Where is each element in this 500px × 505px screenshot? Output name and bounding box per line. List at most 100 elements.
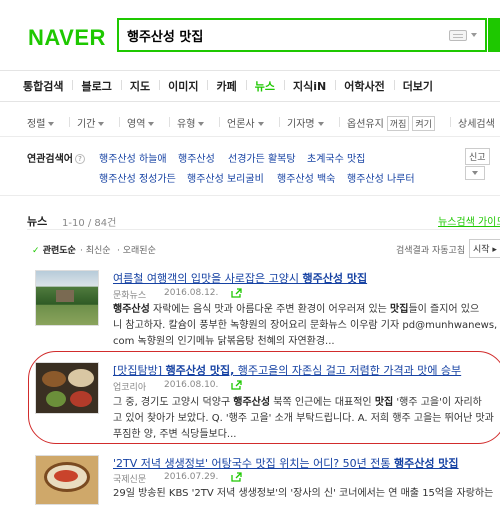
article-date: 2016.08.12. [164,288,219,298]
filter-reporter-label: 기자명 [287,119,315,130]
article-date: 2016.07.29. [164,472,219,482]
keyboard-icon[interactable] [449,30,467,41]
filter-detail[interactable]: 상세검색 [450,115,495,130]
naver-logo[interactable]: NAVER [28,25,106,51]
tab-kin[interactable]: 지식iN [283,78,335,94]
dish-shape [70,391,92,407]
share-icon[interactable] [231,288,242,298]
related-keyword[interactable]: 행주산성 하늘애 [99,150,167,165]
caret-down-icon [48,122,55,126]
tab-map[interactable]: 지도 [120,78,159,94]
option-on[interactable]: 켜기 [412,116,435,131]
caret-down-icon [198,122,205,126]
tab-cafe[interactable]: 카페 [207,78,245,94]
tab-blog[interactable]: 블로그 [72,78,120,94]
filter-bar: 정렬 기간 영역 유형 언론사 기자명 옵션유지 꺼짐 켜기 상세검색 [0,112,500,132]
sort-oldest-label: 오래된순 [122,246,156,256]
sort-oldest[interactable]: · 오래된순 [117,243,156,256]
article-title-keyword: 행주산성 맛집 [302,272,368,285]
related-keyword[interactable]: 행주산성 백숙 [277,170,335,185]
filter-type[interactable]: 유형 [168,115,205,130]
filter-sort-label: 정렬 [27,119,46,130]
filter-area-label: 영역 [127,119,146,130]
summary-line: 그 중, 경기도 고양시 덕양구 행주산성 북쪽 인근에는 대표적인 맛집 '행… [113,395,500,411]
summary-line: com 녹향원의 인기메뉴 닭볶음탕 천혜의 자연환경... [113,336,335,347]
article-source[interactable]: 업코리아 [113,380,146,393]
sort-latest-label: 최신순 [85,246,111,256]
related-keyword[interactable]: 행주산성 [178,150,215,165]
summary-line: 니 참고하자. 칼슘이 풍부한 녹향원의 장어요리 문화뉴스 이우람 기자 pd… [113,320,498,331]
article-title-text: 여름철 여행객의 입맛을 사로잡은 고양시 [113,272,303,285]
soup-shape [54,470,78,482]
related-keyword[interactable]: 행주산성 보리굴비 [187,170,264,185]
sort-relevance[interactable]: ✓ 관련도순 [32,243,76,256]
tab-more[interactable]: 더보기 [393,78,442,94]
chevron-down-icon[interactable] [471,33,477,37]
caret-down-icon [317,122,324,126]
related-keyword[interactable]: 행주산성 정성가든 [99,170,176,185]
article-title-text: '2TV 저녁 생생정보' 어탕국수 맛집 위치는 어디? 50년 전통 [113,457,394,470]
dish-shape [42,371,66,387]
summary-text: 들이 즐지어 있으 [408,304,480,315]
keyword: 맛집 [390,304,409,315]
filter-sort[interactable]: 정렬 [27,115,55,130]
article-thumbnail[interactable] [35,270,99,326]
dish-shape [68,369,94,387]
filter-option[interactable]: 옵션유지 꺼짐 켜기 [339,115,435,131]
keyword: 맛집 [374,397,394,408]
tab-news[interactable]: 뉴스 [245,78,284,94]
related-keyword[interactable]: 초계국수 맛집 [307,150,365,165]
divider [0,136,500,137]
caret-down-icon [257,122,264,126]
report-button[interactable]: 신고 [465,148,490,165]
article-source[interactable]: 국제신문 [113,472,146,485]
tab-image[interactable]: 이미지 [159,78,207,94]
expand-button[interactable] [465,166,485,180]
filter-press[interactable]: 언론사 [219,115,264,130]
share-icon[interactable] [231,380,242,390]
search-button[interactable] [488,18,500,52]
caret-down-icon [98,122,105,126]
summary-line: 고 있어 찾아가 보았다. Q. '행주 고을' 소개 부탁드립니다. A. 저… [113,413,494,424]
article-title-keyword: 행주산성 맛집, [165,364,235,377]
summary-text: 그 중, 경기도 고양시 덕양구 [113,397,234,408]
share-icon[interactable] [231,472,242,482]
help-icon[interactable]: ? [75,154,85,164]
summary-line: 행주산성 자락에는 음식 맛과 아름다운 주변 환경이 어우러져 있는 맛집들이… [113,302,500,318]
article-title-text: 행주고을의 자존심 걸고 저렴한 가격과 맛에 승부 [234,364,462,377]
keyword: 행주산성 [233,397,271,408]
article-source[interactable]: 문화뉴스 [113,288,146,301]
filter-reporter[interactable]: 기자명 [279,115,324,130]
summary-text: 북쪽 인근에는 대표적인 [270,397,375,408]
news-guide-link[interactable]: 뉴스검색 가이드 [438,213,500,228]
article-thumbnail[interactable] [35,455,99,505]
house-shape [56,290,74,302]
tab-integrated[interactable]: 통합검색 [0,78,72,94]
tab-dictionary[interactable]: 어학사전 [335,78,393,94]
search-box[interactable] [117,18,487,52]
article-summary: 그 중, 경기도 고양시 덕양구 행주산성 북쪽 인근에는 대표적인 맛집 '행… [113,395,500,443]
summary-line: 푸짐한 양, 주변 식당들보다... [113,429,237,440]
article-title-link[interactable]: '2TV 저녁 생생정보' 어탕국수 맛집 위치는 어디? 50년 전통 행주산… [113,455,459,471]
article-thumbnail[interactable] [35,362,99,414]
filter-period[interactable]: 기간 [68,115,105,130]
filter-area[interactable]: 영역 [118,115,155,130]
related-keyword[interactable]: 선경가든 활복탕 [228,150,296,165]
auto-refresh-start-button[interactable]: 시작 ▸ [469,239,500,258]
dish-shape [46,391,66,407]
chevron-down-icon [472,171,478,175]
divider [27,229,500,230]
search-input[interactable] [127,24,427,46]
option-off[interactable]: 꺼짐 [386,116,410,131]
related-keyword[interactable]: 행주산성 나루터 [347,170,415,185]
start-label: 시작 [473,245,490,255]
sort-relevance-label: 관련도순 [42,246,76,256]
article-title-link[interactable]: [맛집탐방] 행주산성 맛집, 행주고을의 자존심 걸고 저렴한 가격과 맛에 … [113,362,461,378]
article-title-link[interactable]: 여름철 여행객의 입맛을 사로잡은 고양시 행주산성 맛집 [113,270,367,286]
filter-option-label: 옵션유지 [347,119,384,130]
sort-latest[interactable]: · 최신순 [80,243,111,256]
summary-text: 자락에는 음식 맛과 아름다운 주변 환경이 어우러져 있는 [149,304,391,315]
keyword: 행주산성 [113,304,150,315]
check-icon: ✓ [32,246,40,256]
related-label-text: 연관검색어 [27,154,73,165]
